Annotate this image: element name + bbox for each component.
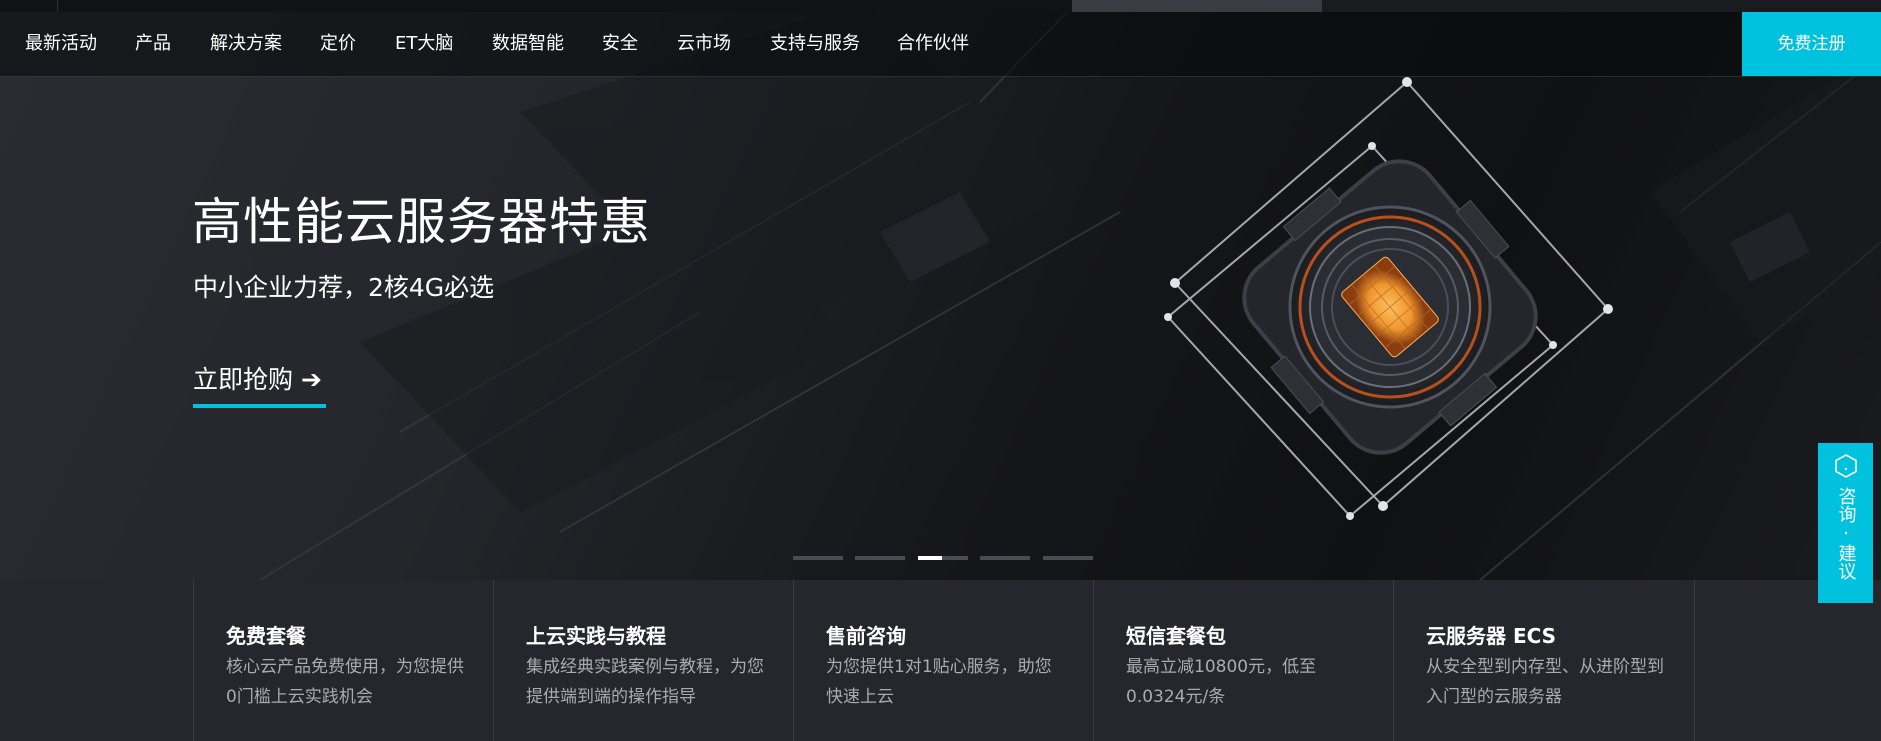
carousel-dot-1[interactable]: [793, 556, 843, 560]
nav-item-latest-activities[interactable]: 最新活动: [25, 12, 97, 76]
card-description: 从安全型到内存型、从进阶型到入门型的云服务器: [1426, 657, 1664, 707]
card-cloud-tutorials[interactable]: 上云实践与教程 集成经典实践案例与教程，为您提供端到端的操作指导: [493, 580, 794, 741]
card-description: 最高立减10800元，低至0.0324元/条: [1126, 657, 1317, 707]
nav-item-solutions[interactable]: 解决方案: [210, 12, 282, 76]
top-strip: [0, 0, 1881, 12]
carousel-dot-3[interactable]: [918, 556, 968, 560]
card-description: 集成经典实践案例与教程，为您提供端到端的操作指导: [526, 657, 764, 707]
card-ecs[interactable]: 云服务器 ECS 从安全型到内存型、从进阶型到入门型的云服务器: [1393, 580, 1695, 741]
card-title: 售前咨询: [826, 624, 906, 648]
nav-item-et-brain[interactable]: ET大脑: [395, 12, 453, 76]
nav-item-data-intelligence[interactable]: 数据智能: [492, 12, 564, 76]
carousel-dot-4[interactable]: [980, 556, 1030, 560]
top-navbar: 最新活动 产品 解决方案 定价 ET大脑 数据智能 安全 云市场 支持与服务 合…: [0, 12, 1881, 77]
carousel-dot-5[interactable]: [1043, 556, 1093, 560]
hexagon-chat-icon: [1835, 454, 1857, 478]
nav-item-partners[interactable]: 合作伙伴: [897, 12, 969, 76]
card-title: 免费套餐: [226, 624, 306, 648]
nav-item-marketplace[interactable]: 云市场: [677, 12, 731, 76]
consult-feedback-button[interactable]: 咨询·建议: [1818, 443, 1873, 603]
hero-subtitle: 中小企业力荐，2核4G必选: [193, 273, 495, 302]
carousel-indicators: [0, 556, 1881, 561]
card-title: 上云实践与教程: [526, 624, 666, 648]
card-free-package[interactable]: 免费套餐 核心云产品免费使用，为您提供0门槛上云实践机会: [193, 580, 494, 741]
nav-item-support[interactable]: 支持与服务: [770, 12, 860, 76]
card-description: 核心云产品免费使用，为您提供0门槛上云实践机会: [226, 657, 464, 707]
free-signup-button[interactable]: 免费注册: [1742, 12, 1881, 76]
hero-title: 高性能云服务器特惠: [192, 193, 651, 251]
card-description: 为您提供1对1贴心服务，助您快速上云: [826, 657, 1052, 707]
card-sms-package[interactable]: 短信套餐包 最高立减10800元，低至0.0324元/条: [1093, 580, 1394, 741]
cta-label: 立即抢购: [193, 365, 294, 394]
nav-item-security[interactable]: 安全: [602, 12, 638, 76]
hero-banner[interactable]: 高性能云服务器特惠 中小企业力荐，2核4G必选 立即抢购 ➔: [0, 12, 1881, 580]
card-presales-consulting[interactable]: 售前咨询 为您提供1对1贴心服务，助您快速上云: [793, 580, 1094, 741]
arrow-right-icon: ➔: [301, 365, 322, 394]
card-title: 云服务器 ECS: [1426, 624, 1557, 648]
buy-now-link[interactable]: 立即抢购 ➔: [193, 360, 326, 408]
nav-item-products[interactable]: 产品: [135, 12, 171, 76]
carousel-dot-2[interactable]: [855, 556, 905, 560]
card-title: 短信套餐包: [1126, 624, 1226, 648]
nav-item-pricing[interactable]: 定价: [320, 12, 356, 76]
feature-cards: 免费套餐 核心云产品免费使用，为您提供0门槛上云实践机会 上云实践与教程 集成经…: [0, 580, 1881, 741]
consult-label: 咨询·建议: [1835, 487, 1857, 580]
